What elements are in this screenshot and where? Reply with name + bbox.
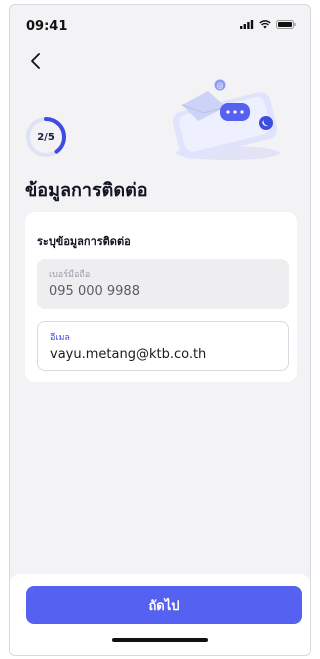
email-value: vayu.metang@ktb.co.th: [50, 347, 207, 362]
home-indicator: [112, 638, 208, 642]
status-bar: 09:41: [10, 5, 310, 45]
next-button[interactable]: ถัดไป: [26, 586, 302, 624]
signal-icon: [240, 20, 254, 29]
step-progress: 2/5: [24, 115, 68, 159]
phone-field[interactable]: เบอร์มือถือ 095 000 9988: [37, 259, 289, 309]
phone-value: 095 000 9988: [49, 284, 140, 299]
wifi-icon: [259, 20, 271, 29]
status-icons: [240, 20, 296, 29]
contact-illustration: @: [172, 79, 280, 160]
status-time: 09:41: [26, 19, 68, 34]
battery-icon: [276, 20, 296, 29]
page-title: ข้อมูลการติดต่อ: [25, 180, 148, 201]
phone-label: เบอร์มือถือ: [49, 270, 91, 280]
email-label: อีเมล: [50, 333, 70, 343]
back-arrow-icon: [31, 53, 40, 69]
back-button[interactable]: [24, 49, 48, 73]
card-title: ระบุข้อมูลการติดต่อ: [37, 235, 131, 248]
bottom-action-bar: ถัดไป: [10, 574, 310, 655]
email-field[interactable]: อีเมล vayu.metang@ktb.co.th: [37, 321, 289, 371]
step-label: 2/5: [37, 131, 55, 143]
contact-info-card: ระบุข้อมูลการติดต่อ เบอร์มือถือ 095 000 …: [25, 212, 297, 382]
app-screen: 09:41 @ 2/5 ข้อมูลการติดต่อ ระบุข้อมูลกา…: [9, 4, 311, 656]
svg-text:@: @: [217, 82, 224, 90]
